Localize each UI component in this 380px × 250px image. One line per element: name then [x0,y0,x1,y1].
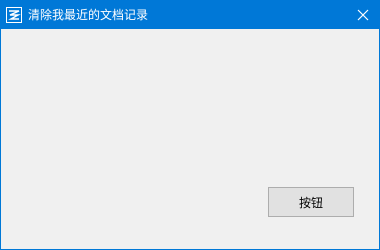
close-icon [357,9,369,21]
dialog-body: 按钮 [1,29,379,249]
dialog-window: 清除我最近的文档记录 按钮 [0,0,380,250]
app-logo-icon [6,7,22,23]
title-bar[interactable]: 清除我最近的文档记录 [1,1,379,29]
action-button[interactable]: 按钮 [268,187,354,217]
window-title: 清除我最近的文档记录 [28,8,149,22]
close-button[interactable] [347,1,379,29]
